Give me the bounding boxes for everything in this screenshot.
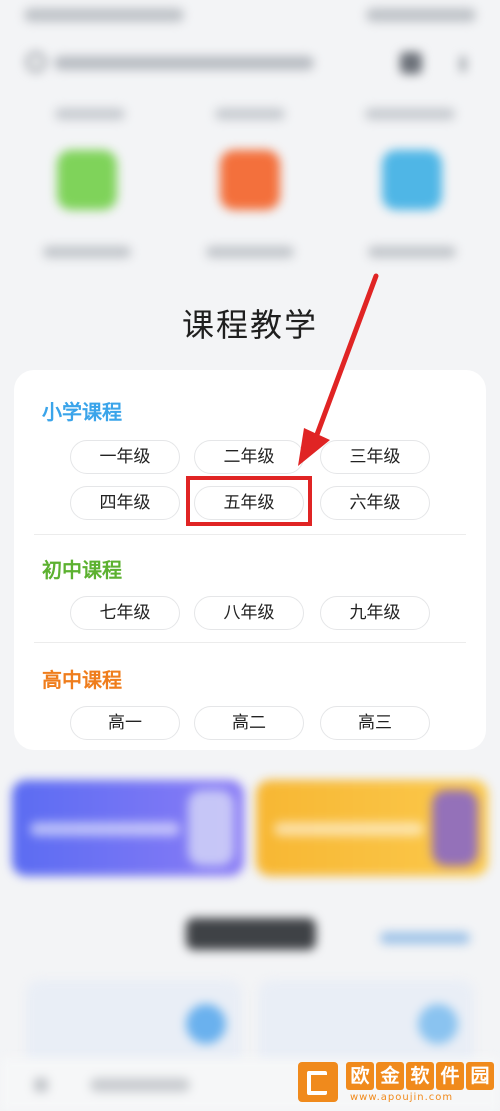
grade-1-button[interactable]: 一年级 bbox=[70, 440, 180, 474]
grade-2-button[interactable]: 二年级 bbox=[194, 440, 304, 474]
watermark-char: 件 bbox=[436, 1062, 464, 1090]
grade-4-button[interactable]: 四年级 bbox=[70, 486, 180, 520]
watermark-url: www.apoujin.com bbox=[350, 1092, 454, 1103]
divider bbox=[34, 534, 466, 535]
tool-item[interactable] bbox=[362, 150, 462, 260]
primary-course-title: 小学课程 bbox=[42, 400, 122, 424]
service-card[interactable] bbox=[26, 980, 242, 1070]
more-link[interactable] bbox=[380, 932, 470, 944]
grade-8-button[interactable]: 八年级 bbox=[194, 596, 304, 630]
scan-icon[interactable] bbox=[400, 52, 422, 74]
senior-3-button[interactable]: 高三 bbox=[320, 706, 430, 740]
search-bar[interactable] bbox=[20, 44, 400, 80]
middle-course-title: 初中课程 bbox=[42, 558, 122, 582]
grade-7-button[interactable]: 七年级 bbox=[70, 596, 180, 630]
watermark: 欧 金 软 件 园 www.apoujin.com bbox=[298, 1060, 496, 1108]
watermark-char: 金 bbox=[376, 1062, 404, 1090]
tool-caption bbox=[55, 108, 125, 120]
service-card[interactable] bbox=[258, 980, 474, 1070]
promo-banner[interactable] bbox=[12, 780, 244, 876]
high-course-title: 高中课程 bbox=[42, 668, 122, 692]
tool-item[interactable] bbox=[200, 150, 300, 260]
highlight-box bbox=[186, 476, 312, 526]
course-card: 小学课程 一年级 二年级 三年级 四年级 五年级 六年级 初中课程 七年级 八年… bbox=[14, 370, 486, 750]
tool-caption bbox=[215, 108, 285, 120]
senior-2-button[interactable]: 高二 bbox=[194, 706, 304, 740]
divider bbox=[34, 642, 466, 643]
grade-6-button[interactable]: 六年级 bbox=[320, 486, 430, 520]
grade-9-button[interactable]: 九年级 bbox=[320, 596, 430, 630]
watermark-logo-icon bbox=[298, 1062, 338, 1102]
senior-1-button[interactable]: 高一 bbox=[70, 706, 180, 740]
tool-item[interactable] bbox=[37, 150, 137, 260]
red-arrow-icon bbox=[298, 273, 379, 466]
section-title: 课程教学 bbox=[181, 306, 318, 344]
status-bar bbox=[24, 8, 476, 32]
promo-banner[interactable] bbox=[256, 780, 488, 876]
subsection-title bbox=[186, 918, 316, 950]
search-icon bbox=[26, 52, 46, 72]
more-icon[interactable] bbox=[460, 56, 466, 72]
tool-caption bbox=[365, 108, 455, 120]
watermark-char: 欧 bbox=[346, 1062, 374, 1090]
watermark-char: 园 bbox=[466, 1062, 494, 1090]
watermark-char: 软 bbox=[406, 1062, 434, 1090]
